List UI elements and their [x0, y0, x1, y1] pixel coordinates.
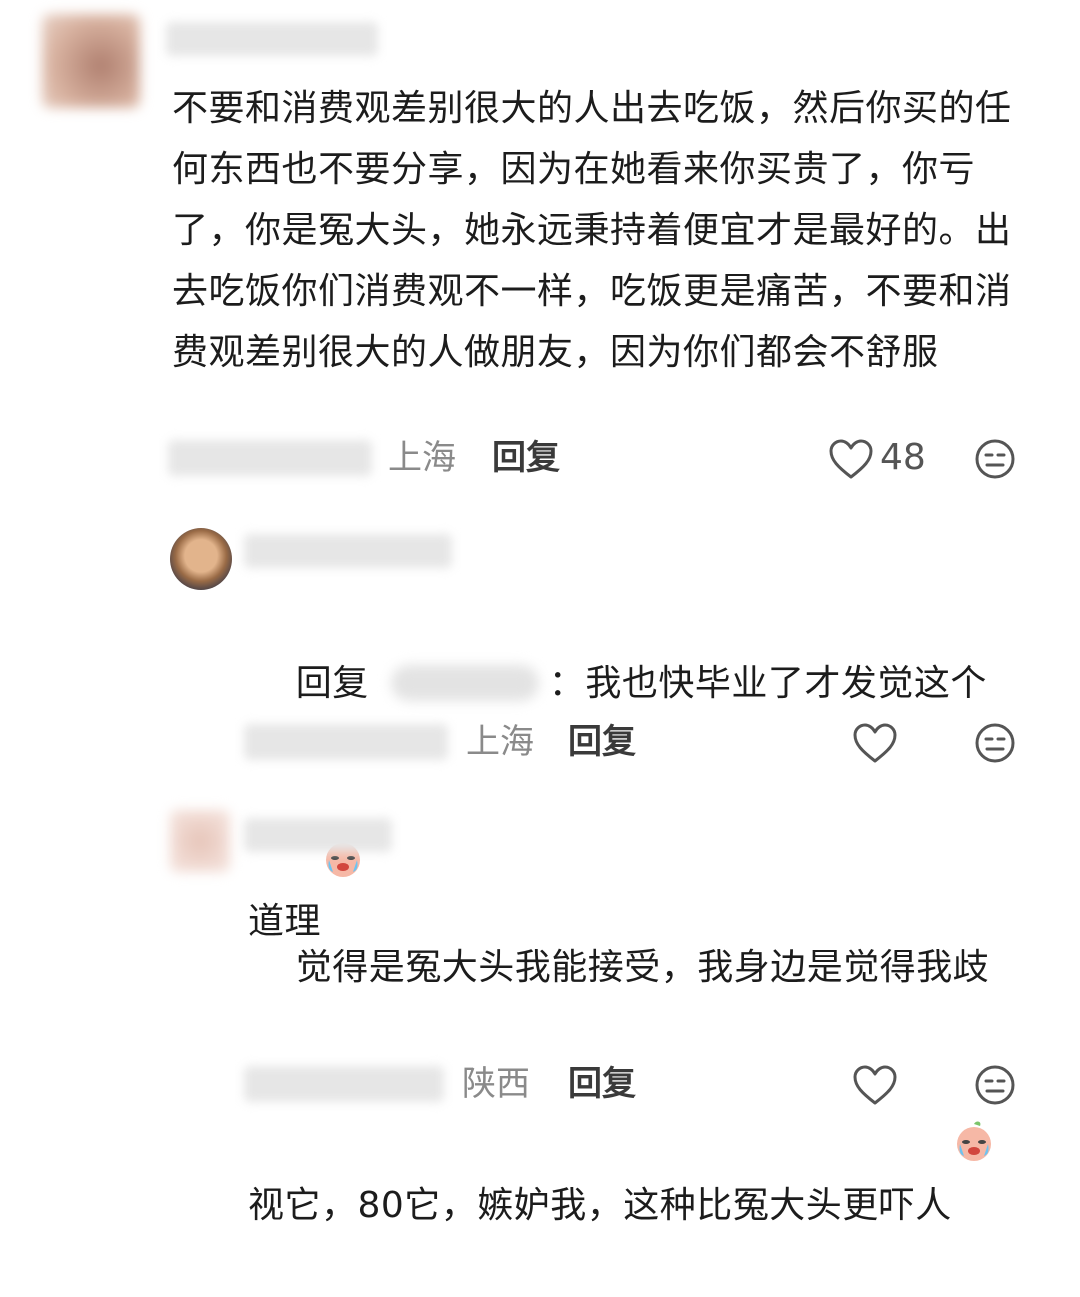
- location-label: 上海: [466, 722, 534, 762]
- post-time: [244, 724, 448, 760]
- heart-outline-icon[interactable]: [852, 722, 898, 764]
- comment-text: 不要和消费观差别很大的人出去吃饭，然后你买的任何东西也不要分享，因为在她看来你买…: [172, 88, 1012, 373]
- avatar[interactable]: [42, 14, 140, 108]
- username[interactable]: [166, 22, 378, 56]
- reply-prefix: 回复: [295, 663, 369, 704]
- meh-face-icon[interactable]: [974, 1064, 1016, 1106]
- post-time: [244, 1066, 444, 1102]
- separator: ：: [548, 663, 586, 704]
- meh-face-icon[interactable]: [974, 722, 1016, 764]
- reply-button[interactable]: 回复: [568, 1064, 636, 1104]
- mentioned-user[interactable]: [390, 665, 539, 701]
- crying-peach-emoji: [952, 998, 996, 1161]
- reply-button[interactable]: 回复: [492, 438, 560, 478]
- heart-outline-icon[interactable]: [852, 1064, 898, 1106]
- location-label: 陕西: [462, 1064, 530, 1104]
- avatar[interactable]: [170, 810, 230, 872]
- like-count: 48: [880, 437, 926, 478]
- location-label: 上海: [388, 438, 456, 478]
- post-time: [168, 440, 372, 476]
- username[interactable]: [244, 818, 392, 852]
- heart-outline-icon[interactable]: [828, 438, 874, 480]
- meh-face-icon[interactable]: [974, 438, 1016, 480]
- username[interactable]: [244, 534, 452, 568]
- reply-button[interactable]: 回复: [568, 722, 636, 762]
- avatar[interactable]: [170, 528, 232, 590]
